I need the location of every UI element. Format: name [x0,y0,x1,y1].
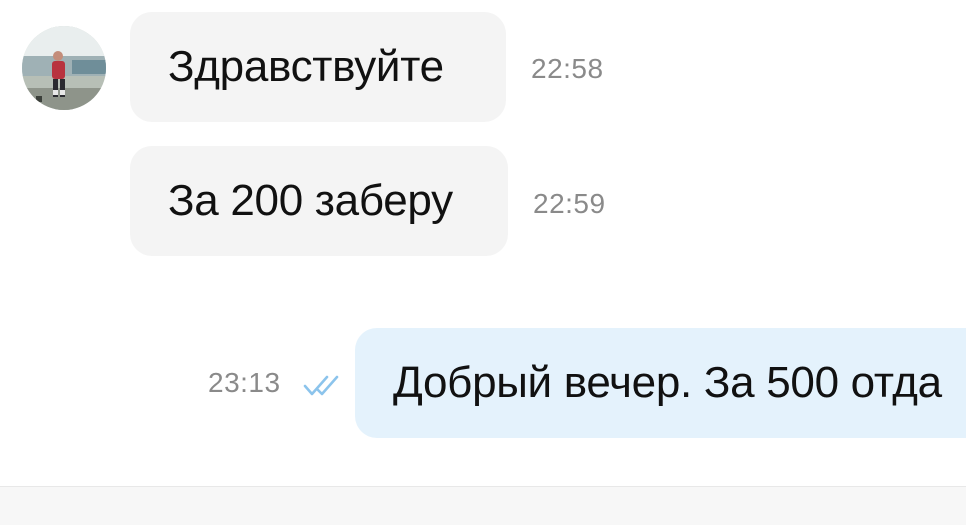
message-timestamp: 22:59 [533,188,606,219]
message-text: За 200 заберу [168,176,453,225]
double-check-icon [303,375,339,396]
avatar-photo-icon [22,26,106,110]
message-bubble-incoming[interactable]: За 200 заберу [130,146,508,256]
message-bubble-outgoing[interactable]: Добрый вечер. За 500 отда [355,328,966,438]
message-bubble-incoming[interactable]: Здравствуйте [130,12,506,122]
contact-avatar[interactable] [22,26,106,110]
message-text: Здравствуйте [168,42,444,91]
message-timestamp: 22:58 [531,53,604,84]
message-text: Добрый вечер. За 500 отда [393,358,942,407]
message-timestamp: 23:13 [208,367,281,398]
composer-bar [0,486,966,525]
chat-thread: Здравствуйте 22:58 За 200 заберу 22:59 2… [0,0,966,486]
